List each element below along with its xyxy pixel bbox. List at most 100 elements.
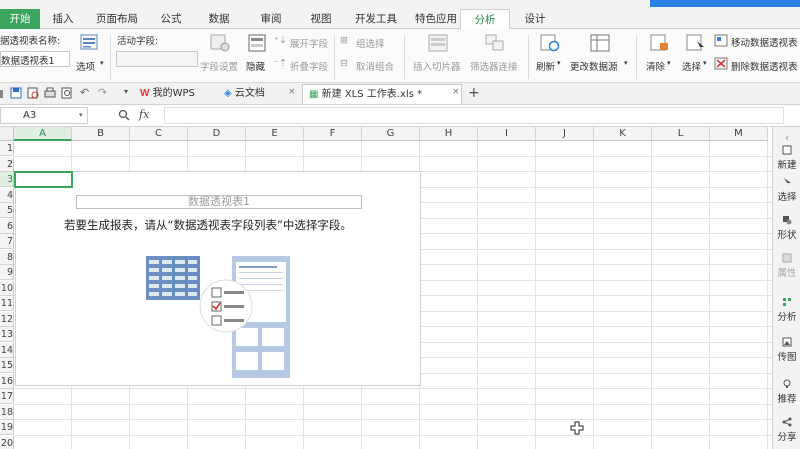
tab-page-layout[interactable]: 页面布局: [88, 9, 146, 29]
tab-review[interactable]: 审阅: [250, 9, 292, 29]
active-field-input[interactable]: [116, 51, 198, 67]
row-header-9[interactable]: 9: [0, 265, 14, 280]
sidebar-item-analyze[interactable]: 分析: [773, 297, 800, 323]
group-selection-icon[interactable]: ⊞: [340, 35, 348, 46]
tab-special-apps[interactable]: 特色应用: [408, 9, 464, 29]
row-header-12[interactable]: 12: [0, 311, 14, 327]
column-header-g[interactable]: G: [362, 127, 420, 141]
filter-connections-button[interactable]: 筛选器连接: [470, 59, 518, 73]
ungroup-button[interactable]: 取消组合: [356, 59, 394, 73]
column-header-f[interactable]: F: [304, 127, 362, 141]
select-button[interactable]: 选择: [682, 59, 701, 73]
row-header-11[interactable]: 11: [0, 296, 14, 311]
insert-slicer-button[interactable]: 插入切片器: [413, 59, 461, 73]
collapse-field-icon[interactable]: ⁻⇡: [274, 58, 287, 69]
expand-field-button[interactable]: 展开字段: [290, 36, 328, 50]
active-cell-a3[interactable]: [14, 171, 73, 188]
menu-collapse-icon[interactable]: [0, 88, 6, 103]
chevron-down-icon[interactable]: ▾: [703, 59, 707, 67]
magnifier-icon[interactable]: [118, 109, 130, 124]
column-header-h[interactable]: H: [420, 127, 478, 141]
close-icon[interactable]: ×: [452, 87, 460, 97]
find-icon[interactable]: [61, 87, 73, 102]
column-header-k[interactable]: K: [594, 127, 652, 141]
tab-cloud-docs[interactable]: ◈ 云文档: [224, 84, 294, 104]
group-selection-button[interactable]: 组选择: [356, 36, 385, 50]
filter-connections-icon[interactable]: [485, 34, 505, 55]
tab-design[interactable]: 设计: [512, 9, 558, 29]
chevron-down-icon[interactable]: ▾: [100, 59, 104, 67]
chevron-down-icon[interactable]: ▾: [667, 59, 671, 67]
clear-icon[interactable]: [650, 34, 670, 55]
close-icon[interactable]: ×: [288, 87, 296, 97]
row-header-19[interactable]: 19: [0, 420, 14, 435]
row-header-10[interactable]: 10: [0, 280, 14, 296]
refresh-icon[interactable]: [540, 34, 560, 55]
pivot-table-placeholder[interactable]: 数据透视表1 若要生成报表，请从“数据透视表字段列表”中选择字段。: [15, 171, 421, 386]
tab-insert[interactable]: 插入: [42, 9, 84, 29]
print-icon[interactable]: [44, 87, 56, 102]
row-header-18[interactable]: 18: [0, 404, 14, 420]
sidebar-item-shape[interactable]: 形状: [773, 215, 800, 241]
undo-icon[interactable]: ↶: [80, 86, 89, 99]
column-header-a[interactable]: A: [14, 127, 72, 141]
row-header-4[interactable]: 4: [0, 187, 14, 203]
hide-icon[interactable]: [248, 34, 266, 55]
column-header-j[interactable]: J: [536, 127, 594, 141]
sidebar-item-new[interactable]: 新建: [773, 145, 800, 171]
expand-field-icon[interactable]: ⁺⇣: [274, 35, 287, 46]
row-header-6[interactable]: 6: [0, 218, 14, 234]
row-header-5[interactable]: 5: [0, 203, 14, 218]
tab-data[interactable]: 数据: [198, 9, 240, 29]
row-header-2[interactable]: 2: [0, 156, 14, 172]
column-header-m[interactable]: M: [710, 127, 768, 141]
clear-button[interactable]: 清除: [646, 59, 665, 73]
collapse-pane-icon[interactable]: ‹: [773, 133, 800, 144]
sidebar-item-select[interactable]: 选择: [773, 177, 800, 203]
row-header-14[interactable]: 14: [0, 342, 14, 358]
select-icon[interactable]: [686, 34, 706, 55]
column-header-c[interactable]: C: [130, 127, 188, 141]
tab-formulas[interactable]: 公式: [150, 9, 192, 29]
chevron-down-icon[interactable]: ▾: [624, 59, 628, 67]
column-header-i[interactable]: I: [478, 127, 536, 141]
add-tab-button[interactable]: +: [468, 85, 480, 101]
tab-home[interactable]: 开始: [0, 9, 40, 29]
sidebar-item-image[interactable]: 传图: [773, 337, 800, 363]
row-header-3[interactable]: 3: [0, 172, 14, 187]
row-header-8[interactable]: 8: [0, 249, 14, 265]
delete-pivot-button[interactable]: 删除数据透视表: [731, 59, 798, 73]
ungroup-icon[interactable]: ⊟: [340, 58, 348, 69]
change-source-button[interactable]: 更改数据源: [570, 59, 618, 73]
row-header-13[interactable]: 13: [0, 327, 14, 342]
select-all-corner[interactable]: [0, 127, 14, 141]
row-header-15[interactable]: 15: [0, 358, 14, 373]
column-header-b[interactable]: B: [72, 127, 130, 141]
column-header-d[interactable]: D: [188, 127, 246, 141]
sidebar-item-recommend[interactable]: 推荐: [773, 379, 800, 405]
redo-icon[interactable]: ↷: [98, 86, 107, 99]
quick-access-dropdown-icon[interactable]: ▾: [124, 87, 128, 96]
hide-button[interactable]: 隐藏: [246, 59, 265, 73]
field-settings-button[interactable]: 字段设置: [200, 59, 238, 73]
row-header-20[interactable]: 20: [0, 435, 14, 449]
row-header-7[interactable]: 7: [0, 234, 14, 249]
tab-current-workbook[interactable]: ▦ 新建 XLS 工作表.xls *: [302, 84, 462, 104]
column-header-e[interactable]: E: [246, 127, 304, 141]
pivot-name-input[interactable]: 数据透视表1: [0, 51, 70, 67]
print-preview-icon[interactable]: [27, 87, 39, 102]
account-area[interactable]: [650, 0, 800, 7]
field-settings-icon[interactable]: [210, 34, 230, 55]
function-icon[interactable]: fx: [139, 108, 149, 121]
row-header-17[interactable]: 17: [0, 389, 14, 404]
row-header-1[interactable]: 1: [0, 141, 14, 156]
chevron-down-icon[interactable]: ▾: [79, 111, 83, 119]
sidebar-item-share[interactable]: 分享: [773, 417, 800, 443]
options-button[interactable]: 选项: [76, 59, 95, 73]
delete-pivot-icon[interactable]: [714, 57, 728, 73]
collapse-field-button[interactable]: 折叠字段: [290, 59, 328, 73]
tab-analyze[interactable]: 分析: [460, 9, 510, 29]
name-box[interactable]: A3 ▾: [0, 107, 88, 124]
options-icon[interactable]: [80, 34, 98, 53]
tab-view[interactable]: 视图: [300, 9, 342, 29]
